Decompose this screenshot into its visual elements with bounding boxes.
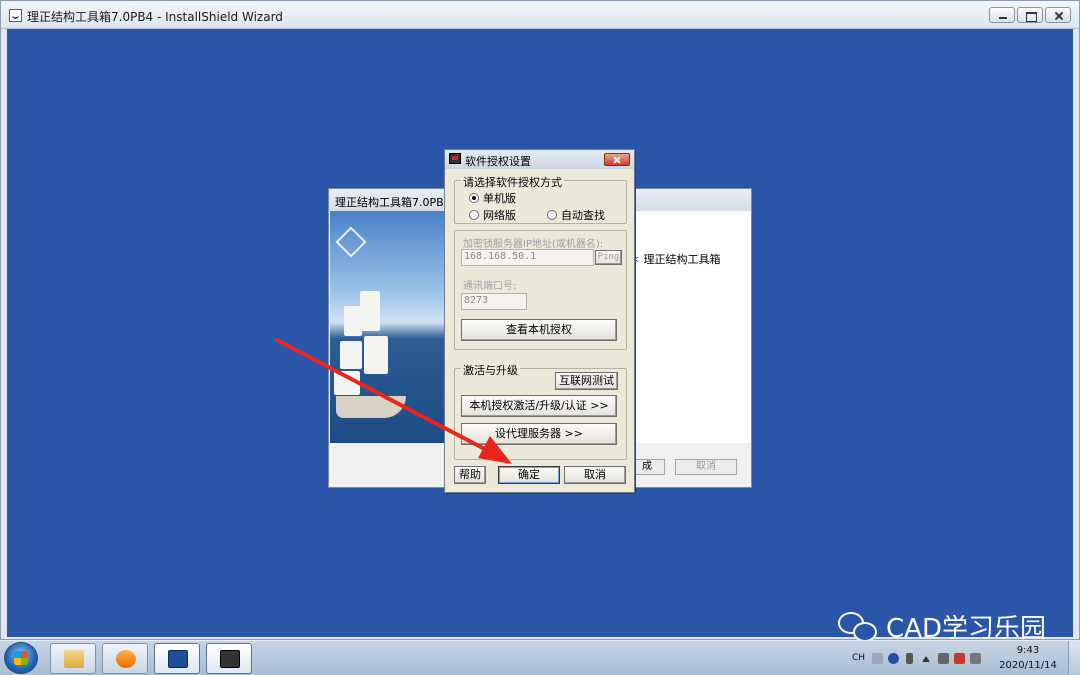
dialog-close-button[interactable] [604, 153, 630, 166]
wizard-body-text: ＊ 理正结构工具箱 [629, 253, 721, 266]
license-mode-group: 请选择软件授权方式 单机版 网络版 自动查找 [454, 174, 627, 224]
view-local-license-button[interactable]: 查看本机授权 [461, 319, 617, 341]
clock-time[interactable]: 9:43 [998, 645, 1058, 656]
wizard-sailing-ship-image [330, 211, 446, 443]
server-ip-field[interactable]: 168.168.50.1 [461, 249, 594, 266]
activate-upgrade-button[interactable]: 本机授权激活/升级/认证 >> [461, 395, 617, 417]
volume-icon[interactable] [938, 653, 949, 664]
close-button[interactable] [1045, 7, 1071, 23]
network-warning-icon[interactable] [954, 653, 965, 664]
ok-button[interactable]: 确定 [498, 466, 560, 484]
proxy-server-button[interactable]: 设代理服务器 >> [461, 423, 617, 445]
server-address-label: 加密锁服务器IP地址(或机器名): [463, 239, 604, 250]
help-button[interactable]: 帮助 [454, 466, 486, 484]
port-field[interactable]: 8273 [461, 293, 527, 310]
installshield-app-icon [9, 9, 22, 22]
installshield-icon [168, 650, 188, 668]
server-settings-group: 加密锁服务器IP地址(或机器名): 168.168.50.1 Ping 通讯端口… [454, 230, 627, 350]
taskbar-explorer[interactable] [50, 643, 96, 674]
window-titlebar[interactable]: 理正结构工具箱7.0PB4 - InstallShield Wizard [1, 1, 1079, 29]
show-desktop-button[interactable] [1068, 641, 1080, 675]
keyboard-icon[interactable] [872, 653, 883, 664]
activation-group: 激活与升级 互联网测试 本机授权激活/升级/认证 >> 设代理服务器 >> [454, 362, 627, 460]
cancel-button[interactable]: 取消 [564, 466, 626, 484]
activation-legend: 激活与升级 [461, 362, 520, 378]
action-center-icon[interactable] [970, 653, 981, 664]
system-tray: CH 9:43 2020/11/14 [840, 641, 1080, 675]
wechat-icon [838, 610, 880, 644]
window-title: 理正结构工具箱7.0PB4 - InstallShield Wizard [27, 10, 283, 24]
clock-date[interactable]: 2020/11/14 [998, 660, 1058, 671]
maximize-button[interactable] [1017, 7, 1043, 23]
taskbar-media-player[interactable] [102, 643, 148, 674]
taskbar-license-tool[interactable] [206, 643, 252, 674]
internet-test-button[interactable]: 互联网测试 [555, 372, 618, 390]
dialog-title: 软件授权设置 [465, 155, 531, 168]
language-indicator[interactable]: CH [852, 653, 865, 663]
media-player-icon [116, 650, 136, 668]
license-mode-legend: 请选择软件授权方式 [461, 174, 564, 190]
radio-network-dot [469, 210, 479, 220]
folder-icon [64, 650, 84, 668]
radio-standalone[interactable]: 单机版 [469, 190, 516, 206]
start-button[interactable] [4, 642, 38, 674]
wizard-title: 理正结构工具箱7.0PB4 - [335, 196, 459, 209]
wizard-cancel-button[interactable]: 取消 [675, 459, 737, 475]
radio-auto-search[interactable]: 自动查找 [547, 207, 605, 223]
radio-auto-search-dot [547, 210, 557, 220]
port-label: 通讯端口号: [463, 281, 517, 292]
taskbar-installshield[interactable] [154, 643, 200, 674]
license-app-icon [449, 153, 461, 164]
license-tool-icon [220, 650, 240, 668]
tray-expand-icon[interactable] [922, 656, 930, 662]
license-settings-dialog: 软件授权设置 请选择软件授权方式 单机版 网络版 自动查找 加密锁服务器IP地址… [444, 149, 635, 493]
ping-button[interactable]: Ping [595, 250, 622, 265]
pen-icon[interactable] [906, 653, 913, 664]
help-icon[interactable] [888, 653, 899, 664]
radio-network[interactable]: 网络版 [469, 207, 516, 223]
dialog-titlebar[interactable]: 软件授权设置 [445, 150, 634, 169]
radio-standalone-dot [469, 193, 479, 203]
lizheng-logo-icon [335, 226, 367, 258]
minimize-button[interactable] [989, 7, 1015, 23]
taskbar: CH 9:43 2020/11/14 [0, 640, 1080, 675]
